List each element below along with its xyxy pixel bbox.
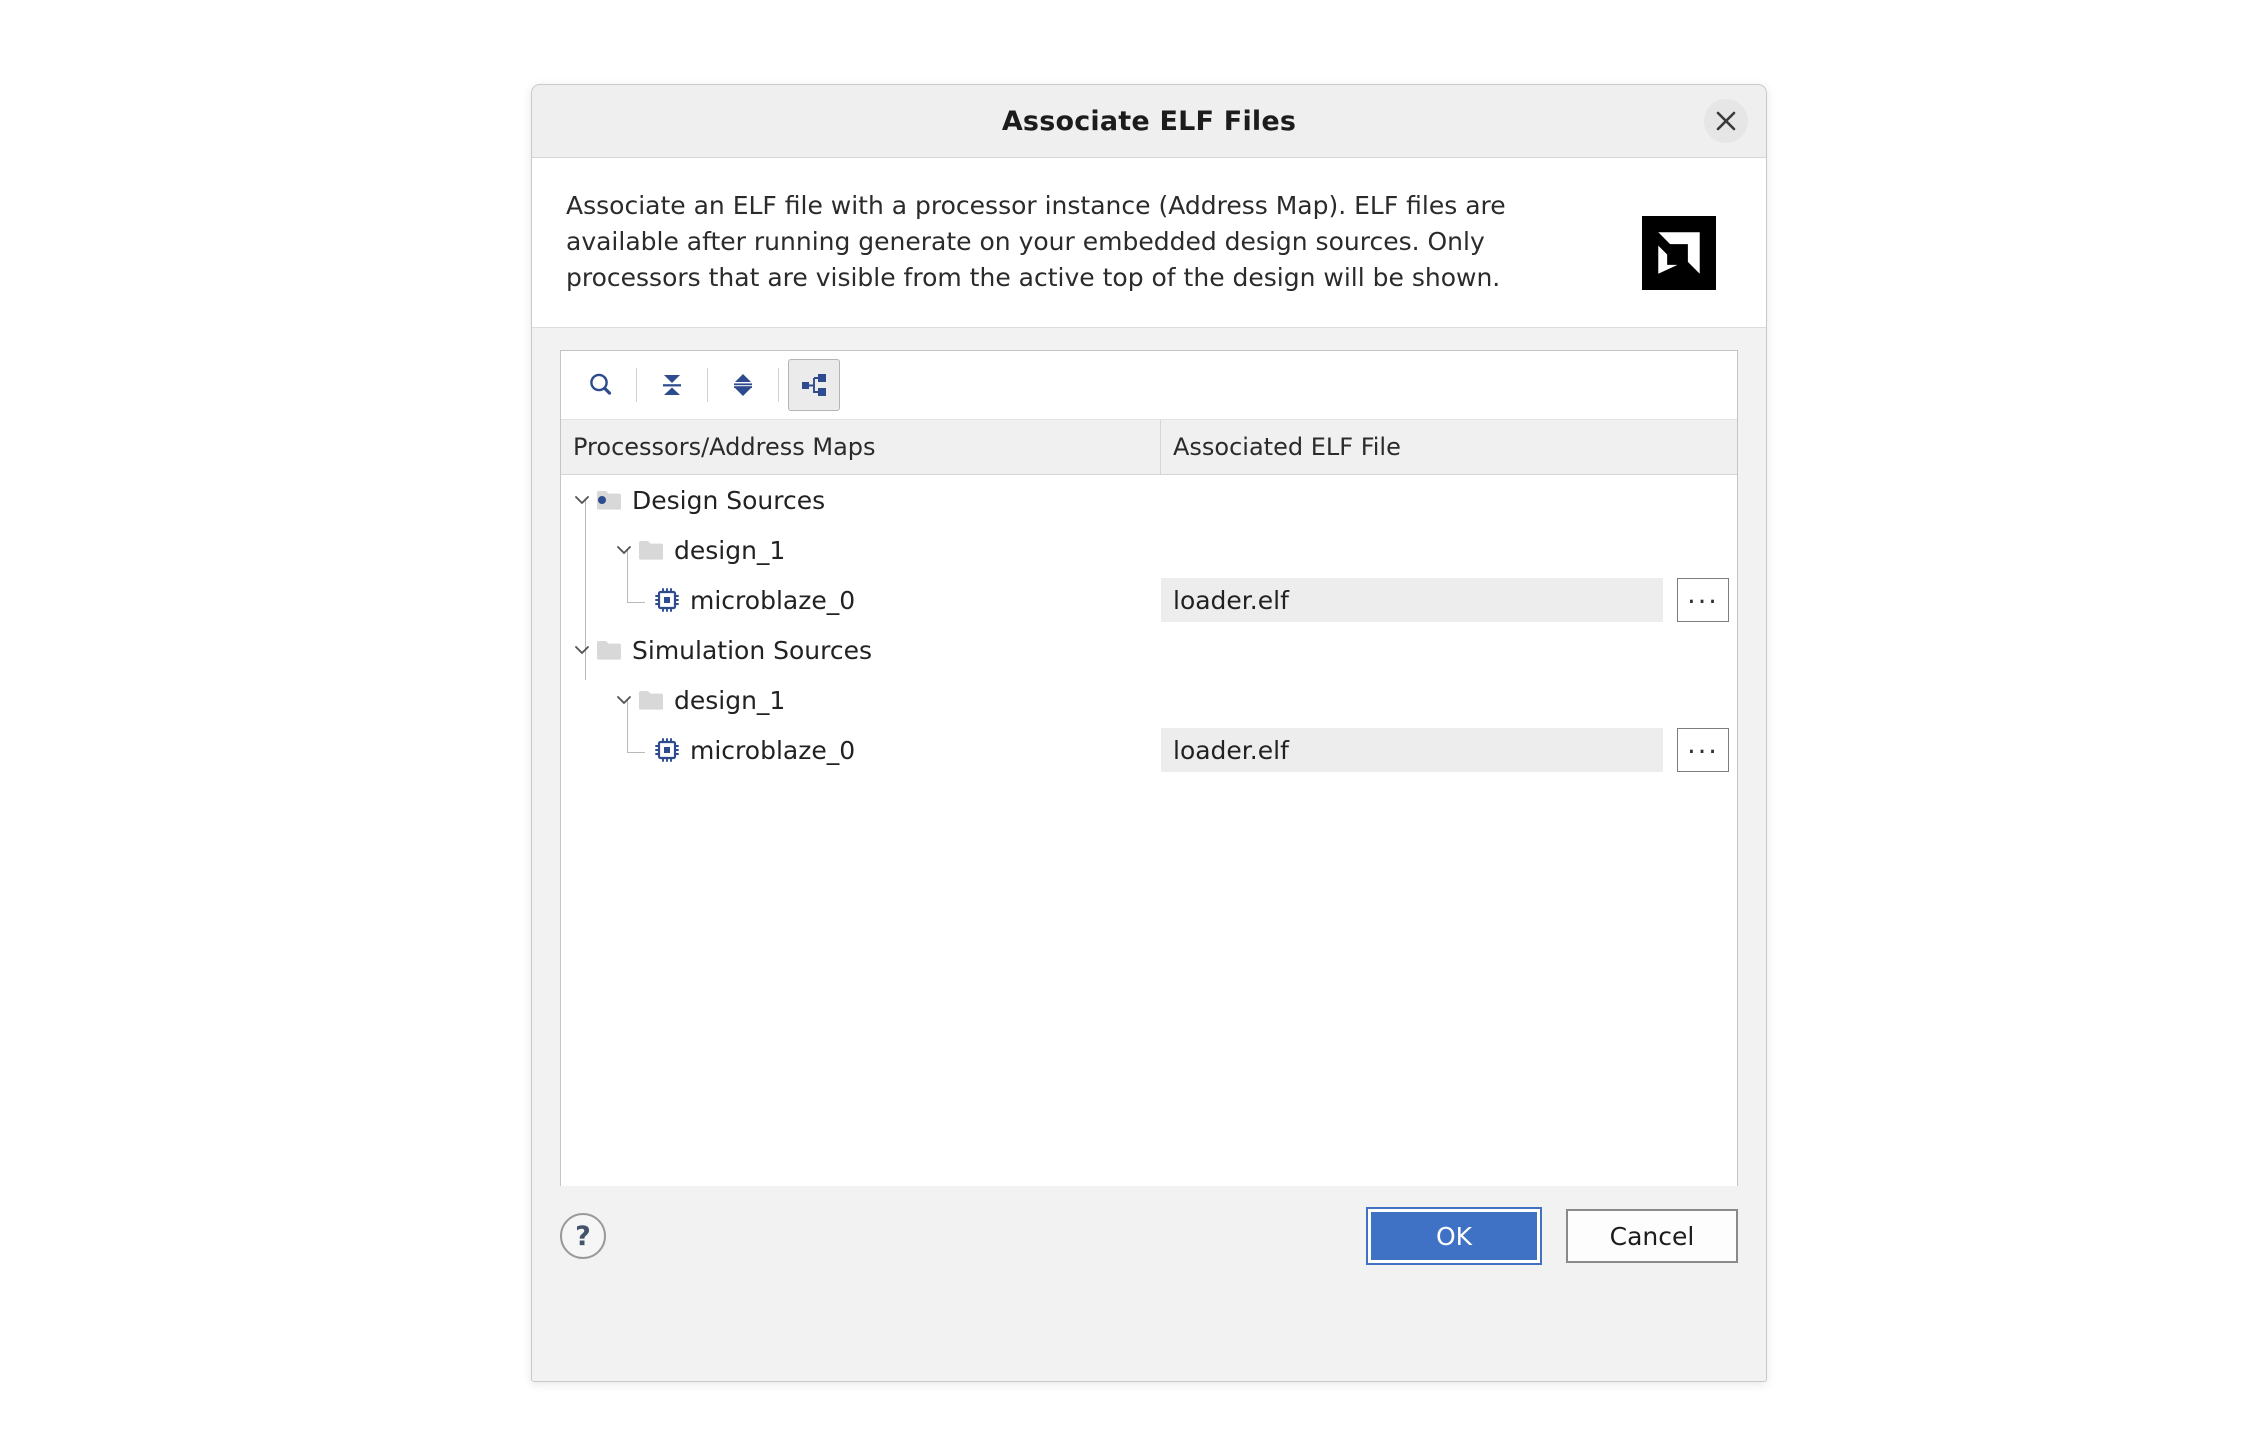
table-row[interactable]: design_1 — [561, 525, 1737, 575]
close-icon[interactable] — [1704, 99, 1748, 143]
ok-button[interactable]: OK — [1366, 1207, 1542, 1265]
dialog-titlebar: Associate ELF Files — [532, 85, 1766, 158]
search-icon[interactable] — [575, 359, 627, 411]
cpu-chip-icon — [653, 736, 681, 764]
processor-tree-panel: Processors/Address Maps Associated ELF F… — [560, 350, 1738, 1190]
table-row[interactable]: microblaze_0 loader.elf ... — [561, 575, 1737, 625]
toolbar-separator — [636, 368, 637, 402]
tree-node-label: microblaze_0 — [690, 735, 856, 765]
browse-button-label: ... — [1687, 729, 1719, 760]
tree-node-cell[interactable]: Simulation Sources — [561, 625, 1161, 675]
folder-icon — [637, 686, 665, 714]
tree-rows: Design Sources design_1 microblaze_0 loa… — [561, 475, 1737, 1189]
tree-node-label: Design Sources — [632, 485, 826, 515]
chevron-down-icon[interactable] — [611, 537, 637, 563]
expand-all-icon[interactable] — [717, 359, 769, 411]
chevron-down-icon[interactable] — [611, 687, 637, 713]
toolbar-separator — [778, 368, 779, 402]
tree-node-label: microblaze_0 — [690, 585, 856, 615]
associate-elf-files-dialog: Associate ELF Files Associate an ELF fil… — [531, 84, 1767, 1382]
toolbar-separator — [707, 368, 708, 402]
help-button[interactable]: ? — [560, 1213, 606, 1259]
dialog-body: Processors/Address Maps Associated ELF F… — [532, 328, 1766, 1190]
elf-file-value[interactable]: loader.elf — [1161, 728, 1663, 772]
tree-node-cell[interactable]: microblaze_0 — [561, 575, 1161, 625]
tree-node-cell[interactable]: design_1 — [561, 675, 1161, 725]
table-row[interactable]: Design Sources — [561, 475, 1737, 525]
tree-node-label: design_1 — [674, 685, 786, 715]
elf-cell — [1161, 475, 1737, 525]
browse-elf-button[interactable]: ... — [1677, 728, 1729, 772]
browse-button-label: ... — [1687, 579, 1719, 610]
tree-column-headers: Processors/Address Maps Associated ELF F… — [561, 420, 1737, 475]
elf-file-value[interactable]: loader.elf — [1161, 578, 1663, 622]
cpu-chip-icon — [653, 586, 681, 614]
tree-node-label: Simulation Sources — [632, 635, 873, 665]
chevron-down-icon[interactable] — [569, 637, 595, 663]
browse-elf-button[interactable]: ... — [1677, 578, 1729, 622]
elf-cell — [1161, 525, 1737, 575]
folder-icon — [637, 536, 665, 564]
table-row[interactable]: microblaze_0 loader.elf ... — [561, 725, 1737, 775]
dialog-footer: ? OK Cancel — [532, 1186, 1766, 1286]
elf-cell: loader.elf ... — [1161, 725, 1737, 775]
table-row[interactable]: Simulation Sources — [561, 625, 1737, 675]
column-header-processors: Processors/Address Maps — [561, 420, 1161, 474]
dialog-description: Associate an ELF file with a processor i… — [566, 191, 1506, 292]
hierarchy-icon[interactable] — [788, 359, 840, 411]
elf-cell — [1161, 675, 1737, 725]
tree-node-cell[interactable]: Design Sources — [561, 475, 1161, 525]
folder-design-sources-icon — [595, 486, 623, 514]
table-row[interactable]: design_1 — [561, 675, 1737, 725]
folder-icon — [595, 636, 623, 664]
cancel-button[interactable]: Cancel — [1566, 1209, 1738, 1263]
collapse-all-icon[interactable] — [646, 359, 698, 411]
elf-cell — [1161, 625, 1737, 675]
elf-cell: loader.elf ... — [1161, 575, 1737, 625]
tree-node-cell[interactable]: design_1 — [561, 525, 1161, 575]
dialog-description-panel: Associate an ELF file with a processor i… — [532, 158, 1766, 328]
amd-logo — [1642, 216, 1716, 290]
tree-node-cell[interactable]: microblaze_0 — [561, 725, 1161, 775]
chevron-down-icon[interactable] — [569, 487, 595, 513]
tree-toolbar — [561, 351, 1737, 420]
column-header-elf-file: Associated ELF File — [1173, 433, 1401, 461]
dialog-title: Associate ELF Files — [1001, 105, 1297, 137]
tree-node-label: design_1 — [674, 535, 786, 565]
